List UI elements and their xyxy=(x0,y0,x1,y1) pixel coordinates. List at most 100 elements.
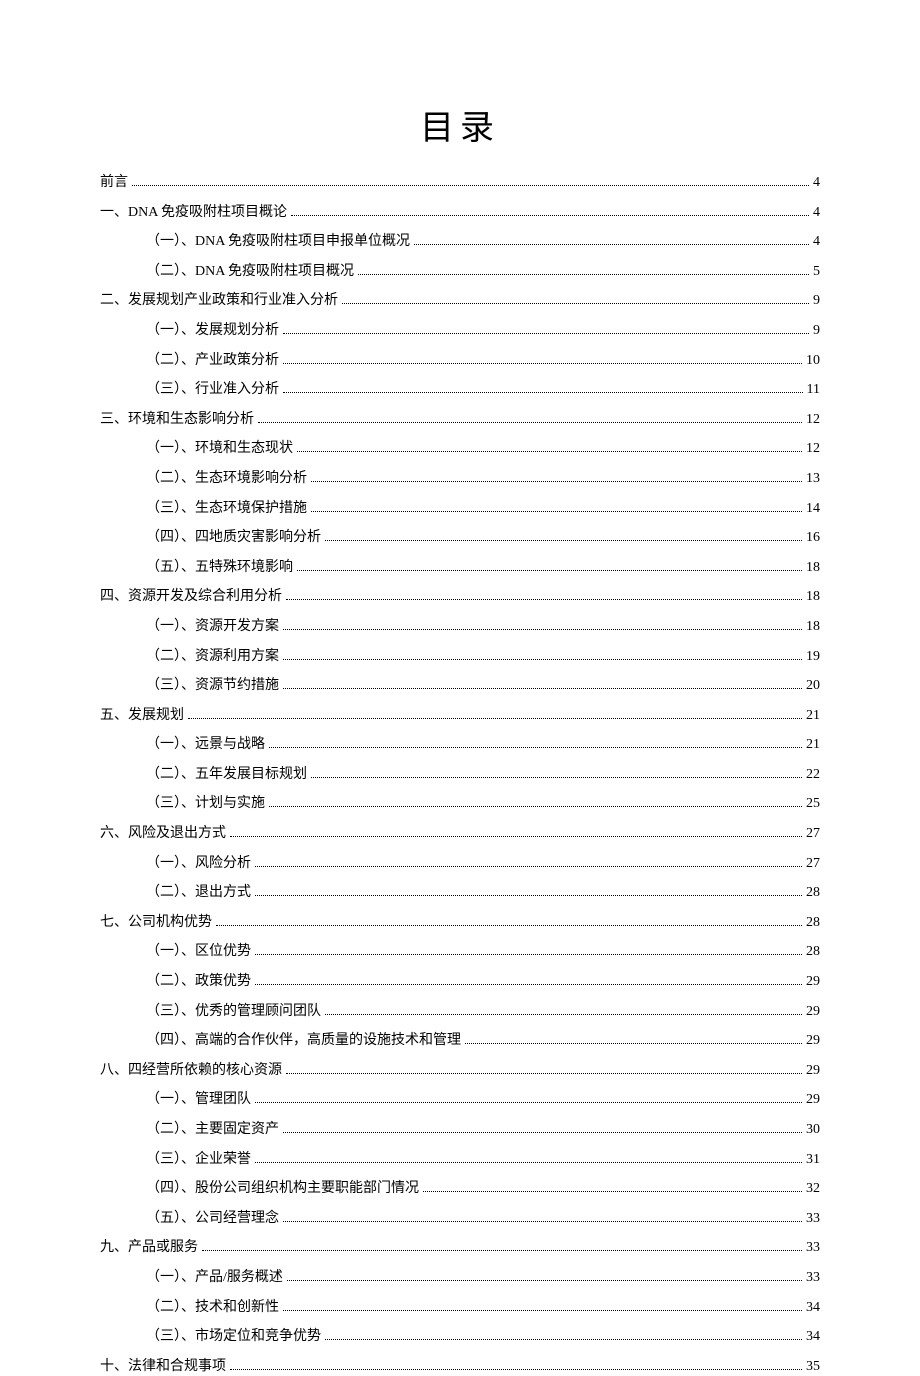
toc-entry-page: 28 xyxy=(806,913,820,933)
toc-dot-leader xyxy=(283,333,809,334)
toc-dot-leader xyxy=(283,1310,802,1311)
toc-entry: （三）、行业准入分析11 xyxy=(146,380,820,400)
toc-entry-page: 12 xyxy=(806,439,820,459)
toc-entry-label: 四、资源开发及综合利用分析 xyxy=(100,587,282,607)
toc-entry: （二）、生态环境影响分析 13 xyxy=(146,469,820,489)
toc-entry: 八、四经营所依赖的核心资源 29 xyxy=(100,1061,820,1081)
toc-dot-leader xyxy=(325,1339,802,1340)
toc-dot-leader xyxy=(287,1280,802,1281)
toc-entry-page: 14 xyxy=(806,499,820,519)
toc-entry-page: 16 xyxy=(806,528,820,548)
toc-dot-leader xyxy=(311,511,802,512)
toc-entry-label: （一）、远景与战略 xyxy=(146,735,265,755)
toc-entry-page: 29 xyxy=(806,1002,820,1022)
toc-entry-page: 4 xyxy=(813,173,820,193)
toc-dot-leader xyxy=(311,481,802,482)
toc-dot-leader xyxy=(414,244,809,245)
toc-entry-page: 10 xyxy=(806,351,820,371)
toc-entry-page: 29 xyxy=(806,1061,820,1081)
toc-entry-label: 八、四经营所依赖的核心资源 xyxy=(100,1061,282,1081)
document-page: 目录 前言4一、DNA 免疫吸附柱项目概论4（一）、DNA 免疫吸附柱项目申报单… xyxy=(0,0,920,1301)
toc-entry-label: （一）、环境和生态现状 xyxy=(146,439,293,459)
toc-entry: 六、风险及退出方式 27 xyxy=(100,824,820,844)
toc-dot-leader xyxy=(297,451,802,452)
toc-dot-leader xyxy=(297,570,802,571)
toc-entry-page: 12 xyxy=(806,410,820,430)
toc-entry-label: （一）、DNA 免疫吸附柱项目申报单位概况 xyxy=(146,232,410,252)
toc-dot-leader xyxy=(286,599,802,600)
toc-entry-label: （三）、市场定位和竞争优势 xyxy=(146,1327,321,1347)
toc-dot-leader xyxy=(216,925,802,926)
toc-entry-label: （三）、企业荣誉 xyxy=(146,1150,251,1170)
toc-entry: （一）、产品/服务概述33 xyxy=(146,1268,820,1288)
toc-dot-leader xyxy=(311,777,802,778)
toc-entry-page: 33 xyxy=(806,1209,820,1229)
toc-entry-page: 9 xyxy=(813,291,820,311)
toc-entry-page: 9 xyxy=(813,321,820,341)
toc-entry-page: 27 xyxy=(806,854,820,874)
toc-dot-leader xyxy=(325,540,802,541)
toc-dot-leader xyxy=(132,185,809,186)
toc-entry: （四）、股份公司组织机构主要职能部门情况32 xyxy=(146,1179,820,1199)
toc-dot-leader xyxy=(283,688,802,689)
toc-entry: （二）、产业政策分析 10 xyxy=(146,351,820,371)
toc-entry-label: （二）、生态环境影响分析 xyxy=(146,469,307,489)
toc-dot-leader xyxy=(283,629,802,630)
toc-entry-page: 13 xyxy=(806,469,820,489)
toc-entry: 一、DNA 免疫吸附柱项目概论4 xyxy=(100,203,820,223)
toc-entry-page: 4 xyxy=(813,232,820,252)
toc-entry: （一）、环境和生态现状 12 xyxy=(146,439,820,459)
toc-entry-page: 30 xyxy=(806,1120,820,1140)
toc-entry-label: （三）、生态环境保护措施 xyxy=(146,499,307,519)
toc-entry-label: 九、产品或服务 xyxy=(100,1238,198,1258)
toc-entry: （三）、计划与实施25 xyxy=(146,794,820,814)
toc-entry-page: 18 xyxy=(806,617,820,637)
toc-entry-label: 七、公司机构优势 xyxy=(100,913,212,933)
toc-entry: 七、公司机构优势 28 xyxy=(100,913,820,933)
toc-entry-label: （二）、产业政策分析 xyxy=(146,351,279,371)
toc-entry: （三）、生态环境保护措施 14 xyxy=(146,499,820,519)
toc-entry: （一）、远景与战略21 xyxy=(146,735,820,755)
toc-entry-page: 29 xyxy=(806,1090,820,1110)
toc-entry: （一）、发展规划分析9 xyxy=(146,321,820,341)
toc-entry-page: 25 xyxy=(806,794,820,814)
toc-dot-leader xyxy=(230,836,802,837)
toc-entry-page: 22 xyxy=(806,765,820,785)
toc-entry: （二）、DNA 免疫吸附柱项目概况 5 xyxy=(146,262,820,282)
toc-entry-page: 21 xyxy=(806,706,820,726)
toc-dot-leader xyxy=(283,1132,802,1133)
toc-entry-label: （二）、DNA 免疫吸附柱项目概况 xyxy=(146,262,354,282)
toc-entry-label: （二）、政策优势 xyxy=(146,972,251,992)
toc-dot-leader xyxy=(255,1102,802,1103)
toc-entry: （二）、五年发展目标规划22 xyxy=(146,765,820,785)
toc-dot-leader xyxy=(230,1369,802,1370)
toc-entry-label: （四）、四地质灾害影响分析 xyxy=(146,528,321,548)
toc-entry: （一）、管理团队 29 xyxy=(146,1090,820,1110)
toc-entry-page: 31 xyxy=(806,1150,820,1170)
toc-entry-page: 27 xyxy=(806,824,820,844)
toc-entry-label: （四）、股份公司组织机构主要职能部门情况 xyxy=(146,1179,419,1199)
toc-entry: （三）、企业荣誉 31 xyxy=(146,1150,820,1170)
toc-entry: （二）、退出方式28 xyxy=(146,883,820,903)
toc-entry: （五）、五特殊环境影响18 xyxy=(146,558,820,578)
toc-entry: （一）、资源开发方案18 xyxy=(146,617,820,637)
toc-entry: 五、发展规划21 xyxy=(100,706,820,726)
toc-entry-label: 三、环境和生态影响分析 xyxy=(100,410,254,430)
toc-dot-leader xyxy=(283,392,803,393)
toc-entry-page: 28 xyxy=(806,942,820,962)
toc-entry-label: （二）、退出方式 xyxy=(146,883,251,903)
toc-entry: 三、环境和生态影响分析 12 xyxy=(100,410,820,430)
toc-entry-page: 19 xyxy=(806,647,820,667)
toc-entry-label: （一）、管理团队 xyxy=(146,1090,251,1110)
toc-entry-page: 5 xyxy=(813,262,820,282)
toc-entry-page: 18 xyxy=(806,587,820,607)
toc-dot-leader xyxy=(286,1073,802,1074)
toc-entry-label: 一、DNA 免疫吸附柱项目概论 xyxy=(100,203,287,223)
toc-dot-leader xyxy=(465,1043,802,1044)
toc-entry-label: （二）、资源利用方案 xyxy=(146,647,279,667)
toc-entry-page: 29 xyxy=(806,972,820,992)
toc-entry: （四）、高端的合作伙伴，高质量的设施技术和管理29 xyxy=(146,1031,820,1051)
toc-entry-label: 六、风险及退出方式 xyxy=(100,824,226,844)
toc-entry-label: 二、发展规划产业政策和行业准入分析 xyxy=(100,291,338,311)
toc-dot-leader xyxy=(283,1221,802,1222)
